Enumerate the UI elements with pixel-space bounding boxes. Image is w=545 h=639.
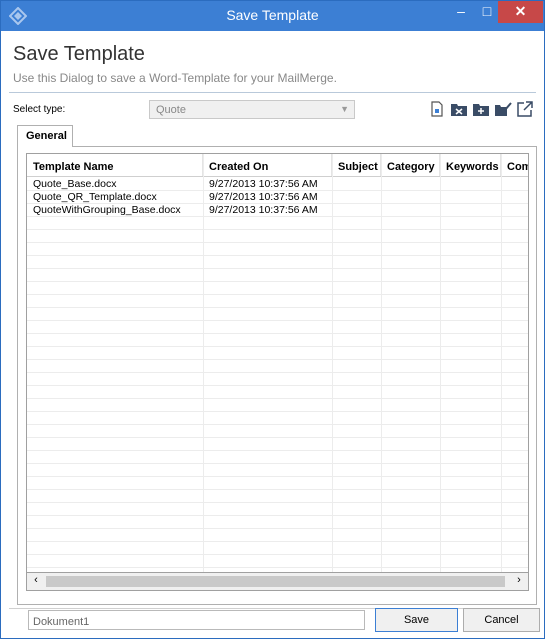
cell-template-name: QuoteWithGrouping_Base.docx <box>33 204 181 216</box>
horizontal-scrollbar[interactable]: ‹ › <box>26 573 529 591</box>
type-select[interactable]: Quote ▼ <box>149 100 355 119</box>
row-divider <box>27 333 528 334</box>
row-divider <box>27 229 528 230</box>
type-select-value: Quote <box>156 104 186 116</box>
cancel-button[interactable]: Cancel <box>463 608 540 632</box>
save-button[interactable]: Save <box>375 608 458 632</box>
document-name-input[interactable] <box>28 610 365 630</box>
row-divider <box>27 372 528 373</box>
row-divider <box>27 385 528 386</box>
select-type-label: Select type: <box>13 104 66 115</box>
minimize-button[interactable]: – <box>448 1 474 23</box>
title-bar[interactable]: Save Template – □ ✕ <box>1 1 544 31</box>
row-divider <box>27 242 528 243</box>
row-divider <box>27 528 528 529</box>
open-external-icon[interactable] <box>516 100 534 118</box>
row-divider <box>27 411 528 412</box>
cell-created-on: 9/27/2013 10:37:56 AM <box>209 178 318 190</box>
header-divider <box>9 92 536 93</box>
row-divider <box>27 502 528 503</box>
add-folder-icon[interactable] <box>472 100 490 118</box>
row-divider <box>27 424 528 425</box>
column-header-category[interactable]: Category <box>381 154 440 176</box>
scroll-left-icon[interactable]: ‹ <box>29 574 43 588</box>
scroll-thumb[interactable] <box>46 576 505 587</box>
row-divider <box>27 320 528 321</box>
row-divider <box>27 489 528 490</box>
maximize-button[interactable]: □ <box>474 1 500 23</box>
row-divider <box>27 515 528 516</box>
row-divider <box>27 359 528 360</box>
row-divider <box>27 268 528 269</box>
dialog-subtitle: Use this Dialog to save a Word-Template … <box>13 71 337 85</box>
cell-template-name: Quote_Base.docx <box>33 178 117 190</box>
scroll-right-icon[interactable]: › <box>512 574 526 588</box>
close-button[interactable]: ✕ <box>498 1 543 23</box>
tab-general[interactable]: General <box>17 125 73 147</box>
row-divider <box>27 567 528 568</box>
row-divider <box>27 346 528 347</box>
column-header-created-on[interactable]: Created On <box>203 154 332 176</box>
header-divider-line <box>27 176 528 177</box>
cell-template-name: Quote_QR_Template.docx <box>33 191 157 203</box>
row-divider <box>27 437 528 438</box>
column-header-subject[interactable]: Subject <box>332 154 381 176</box>
save-template-window: Save Template – □ ✕ Save Template Use th… <box>0 0 545 639</box>
delete-folder-icon[interactable] <box>450 100 468 118</box>
column-header-template-name[interactable]: Template Name <box>27 154 203 176</box>
row-divider <box>27 541 528 542</box>
cell-created-on: 9/27/2013 10:37:56 AM <box>209 204 318 216</box>
row-divider <box>27 281 528 282</box>
templates-grid: Template Name Created On Subject Categor… <box>26 153 529 573</box>
row-divider <box>27 554 528 555</box>
chevron-down-icon: ▼ <box>340 104 349 114</box>
new-document-icon[interactable] <box>428 100 446 118</box>
row-divider <box>27 398 528 399</box>
row-divider <box>27 450 528 451</box>
edit-folder-icon[interactable] <box>494 100 512 118</box>
column-header-comments[interactable]: Comr <box>501 154 528 176</box>
row-divider <box>27 463 528 464</box>
row-divider <box>27 255 528 256</box>
dialog-heading: Save Template <box>13 43 145 65</box>
row-divider <box>27 216 528 217</box>
cell-created-on: 9/27/2013 10:37:56 AM <box>209 191 318 203</box>
column-header-keywords[interactable]: Keywords <box>440 154 501 176</box>
row-divider <box>27 476 528 477</box>
row-divider <box>27 307 528 308</box>
row-divider <box>27 294 528 295</box>
